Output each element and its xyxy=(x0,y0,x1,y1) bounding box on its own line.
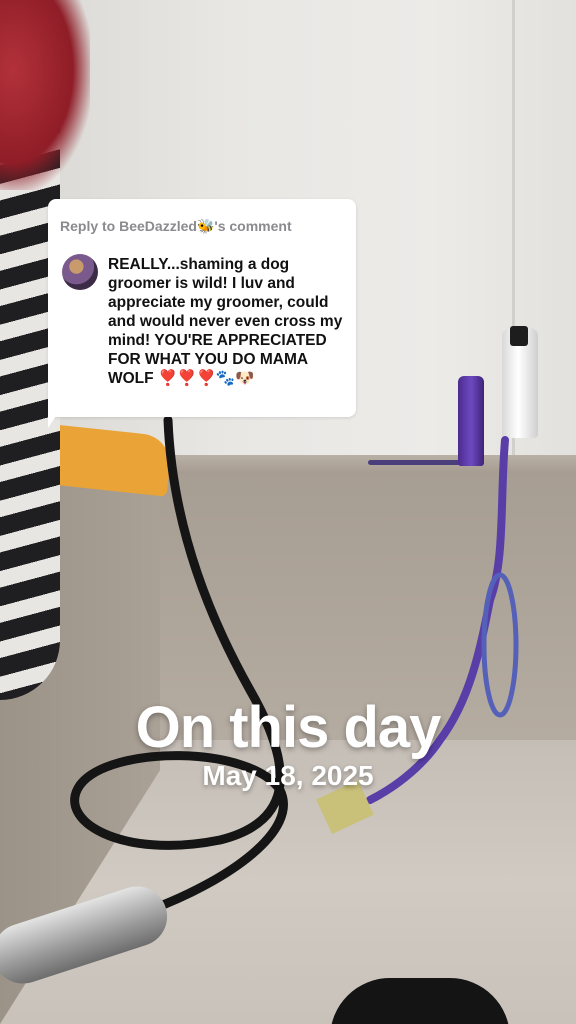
comment-text: REALLY...shaming a dog groomer is wild! … xyxy=(108,255,348,388)
comment-emojis: ❣️❣️❣️🐾🐶 xyxy=(157,369,255,387)
on-this-day-date: May 18, 2025 xyxy=(202,760,374,791)
comment-body-text: REALLY...shaming a dog groomer is wild! … xyxy=(108,256,343,387)
on-this-day-title: On this day xyxy=(135,695,442,760)
video-frame[interactable] xyxy=(0,0,576,1024)
red-hair xyxy=(0,0,90,190)
reply-prefix: Reply to BeeDazzled xyxy=(60,218,197,234)
commenter-avatar[interactable] xyxy=(62,254,98,290)
reply-to-label[interactable]: Reply to BeeDazzled🐝's comment xyxy=(60,218,350,236)
bee-emoji-icon: 🐝 xyxy=(196,219,215,235)
comment-card-tail xyxy=(48,410,60,428)
reply-suffix: 's comment xyxy=(214,218,292,234)
